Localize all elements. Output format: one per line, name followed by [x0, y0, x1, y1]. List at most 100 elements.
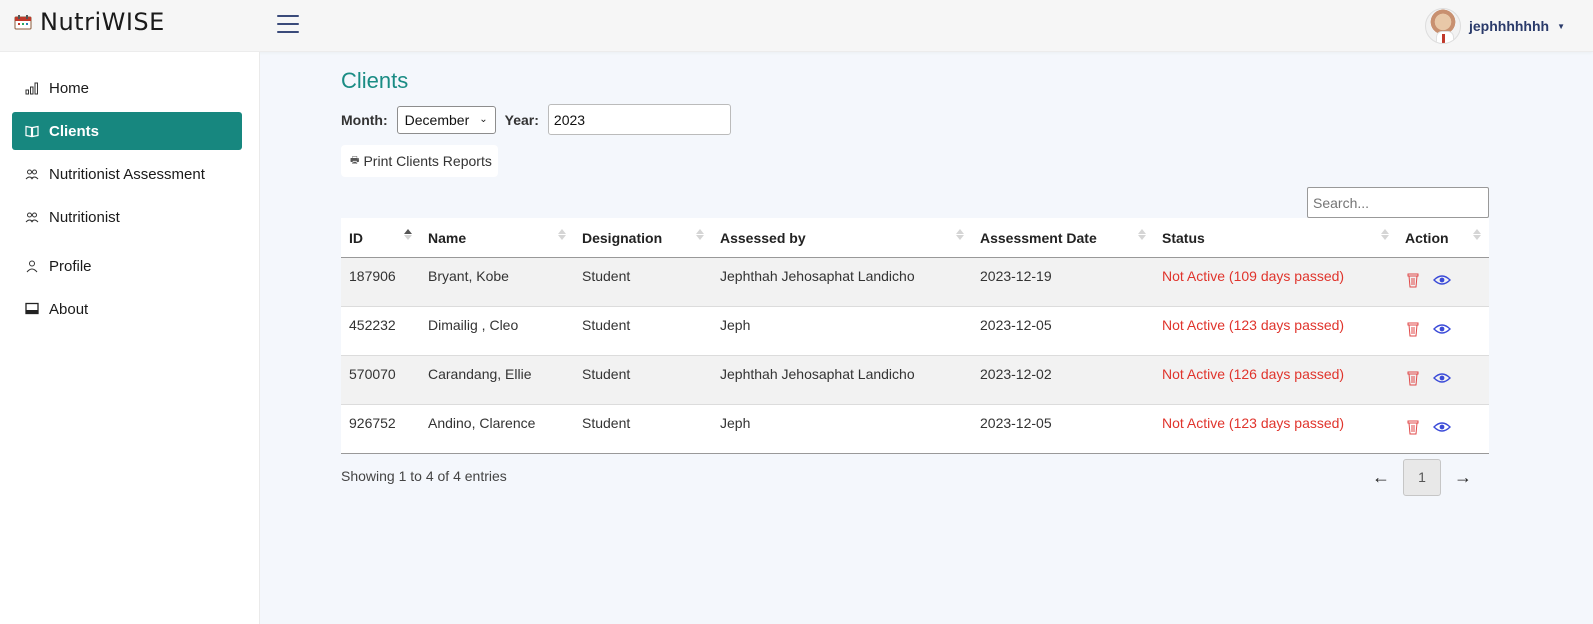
calendar-logo-icon	[14, 14, 32, 30]
sort-icon	[558, 228, 566, 240]
cell-actions	[1397, 356, 1451, 386]
search-input[interactable]	[1307, 187, 1489, 218]
month-select[interactable]: December ⌄	[396, 105, 496, 134]
column-header-assessed-by[interactable]: Assessed by	[712, 218, 972, 258]
column-header-designation[interactable]: Designation	[574, 218, 712, 258]
sort-icon	[696, 228, 704, 240]
top-navbar: NutriWISE jephhhhhhh ▼	[0, 0, 1593, 52]
sidebar-item-label: Home	[49, 79, 90, 97]
column-header-action[interactable]: Action	[1397, 218, 1489, 258]
cell-designation: Student	[582, 366, 631, 382]
cell-id: 452232	[349, 317, 396, 333]
sort-icon	[1473, 228, 1481, 240]
username: jephhhhhhh	[1468, 18, 1550, 34]
column-header-status[interactable]: Status	[1154, 218, 1397, 258]
cell-assessed-by: Jeph	[720, 317, 751, 333]
sort-icon	[1381, 228, 1389, 240]
cell-actions	[1397, 258, 1451, 288]
view-icon[interactable]	[1433, 274, 1451, 286]
cell-name: Carandang, Ellie	[428, 366, 532, 382]
page-title: Clients	[341, 68, 409, 93]
users-icon	[25, 210, 39, 224]
caret-down-icon: ▼	[1557, 21, 1565, 31]
print-label: Print Clients Reports	[363, 153, 492, 169]
year-label: Year:	[504, 111, 539, 128]
filter-row: Month: December ⌄ Year: 2023	[341, 104, 731, 135]
cell-name: Andino, Clarence	[428, 415, 536, 431]
cell-status: Not Active (109 days passed)	[1162, 268, 1345, 284]
view-icon[interactable]	[1433, 372, 1451, 384]
brand-name: NutriWISE	[40, 8, 165, 36]
book-open-icon	[25, 124, 39, 138]
column-header-assessment-date[interactable]: Assessment Date	[972, 218, 1154, 258]
sidebar-item-label: Nutritionist	[49, 208, 120, 226]
month-label: Month:	[341, 111, 388, 128]
sidebar-item-nutritionist-assessment[interactable]: Nutritionist Assessment	[12, 155, 242, 193]
month-value: December	[404, 111, 470, 128]
cell-designation: Student	[582, 415, 631, 431]
cell-actions	[1397, 405, 1451, 435]
avatar	[1424, 8, 1461, 44]
cell-id: 570070	[349, 366, 396, 382]
cell-designation: Student	[582, 268, 631, 284]
table-row: 926752 Andino, Clarence Student Jeph 202…	[341, 405, 1489, 454]
monitor-icon	[25, 302, 39, 316]
view-icon[interactable]	[1433, 323, 1451, 335]
cell-assessment-date: 2023-12-19	[980, 268, 1052, 284]
cell-id: 926752	[349, 415, 396, 431]
column-header-id[interactable]: ID	[341, 218, 420, 258]
page-1-button[interactable]: 1	[1403, 458, 1441, 496]
sidebar-item-profile[interactable]: Profile	[12, 247, 242, 285]
cell-id: 187906	[349, 268, 396, 284]
sidebar: Home Clients Nutritionist Assessment Nut…	[0, 52, 260, 624]
sidebar-item-label: Clients	[49, 122, 100, 140]
sort-icon	[956, 228, 964, 240]
cell-assessed-by: Jeph	[720, 415, 751, 431]
table-row: 187906 Bryant, Kobe Student Jephthah Jeh…	[341, 258, 1489, 307]
table-header: ID Name Designation Assessed by Assessme…	[341, 218, 1489, 258]
brand[interactable]: NutriWISE	[14, 8, 165, 36]
menu-toggle-icon[interactable]	[277, 15, 299, 35]
sort-icon	[1138, 228, 1146, 240]
cell-name: Bryant, Kobe	[428, 268, 509, 284]
table-row: 452232 Dimailig , Cleo Student Jeph 2023…	[341, 307, 1489, 356]
user-menu[interactable]: jephhhhhhh ▼	[1424, 8, 1565, 44]
table-row: 570070 Carandang, Ellie Student Jephthah…	[341, 356, 1489, 405]
printer-icon: 🖶	[350, 154, 360, 166]
year-input[interactable]: 2023	[547, 104, 731, 135]
chart-bars-icon	[25, 81, 39, 95]
cell-name: Dimailig , Cleo	[428, 317, 519, 333]
sidebar-item-clients[interactable]: Clients	[12, 112, 242, 150]
delete-icon[interactable]	[1407, 321, 1419, 337]
sidebar-item-label: About	[49, 300, 89, 318]
cell-assessment-date: 2023-12-05	[980, 415, 1052, 431]
sidebar-item-label: Profile	[49, 257, 92, 275]
chevron-down-icon: ⌄	[479, 114, 488, 125]
cell-assessment-date: 2023-12-05	[980, 317, 1052, 333]
cell-assessment-date: 2023-12-02	[980, 366, 1052, 382]
next-page-button[interactable]: →	[1441, 458, 1485, 496]
view-icon[interactable]	[1433, 421, 1451, 433]
pagination: ← 1 →	[1359, 458, 1485, 496]
previous-page-button[interactable]: ←	[1359, 458, 1403, 496]
delete-icon[interactable]	[1407, 370, 1419, 386]
cell-status: Not Active (126 days passed)	[1162, 366, 1345, 382]
cell-designation: Student	[582, 317, 631, 333]
print-clients-reports-button[interactable]: 🖶 Print Clients Reports	[341, 145, 498, 177]
delete-icon[interactable]	[1407, 419, 1419, 435]
sidebar-item-home[interactable]: Home	[12, 69, 242, 107]
cell-status: Not Active (123 days passed)	[1162, 317, 1345, 333]
users-icon	[25, 167, 39, 181]
sidebar-item-label: Nutritionist Assessment	[49, 165, 205, 183]
cell-actions	[1397, 307, 1451, 337]
sidebar-item-about[interactable]: About	[12, 290, 242, 328]
person-icon	[25, 259, 39, 273]
clients-table: ID Name Designation Assessed by Assessme…	[341, 218, 1489, 454]
delete-icon[interactable]	[1407, 272, 1419, 288]
sort-icon	[404, 228, 412, 240]
column-header-name[interactable]: Name	[420, 218, 574, 258]
table-info: Showing 1 to 4 of 4 entries	[341, 468, 507, 484]
cell-assessed-by: Jephthah Jehosaphat Landicho	[720, 366, 915, 382]
sidebar-item-nutritionist[interactable]: Nutritionist	[12, 198, 242, 236]
cell-assessed-by: Jephthah Jehosaphat Landicho	[720, 268, 915, 284]
